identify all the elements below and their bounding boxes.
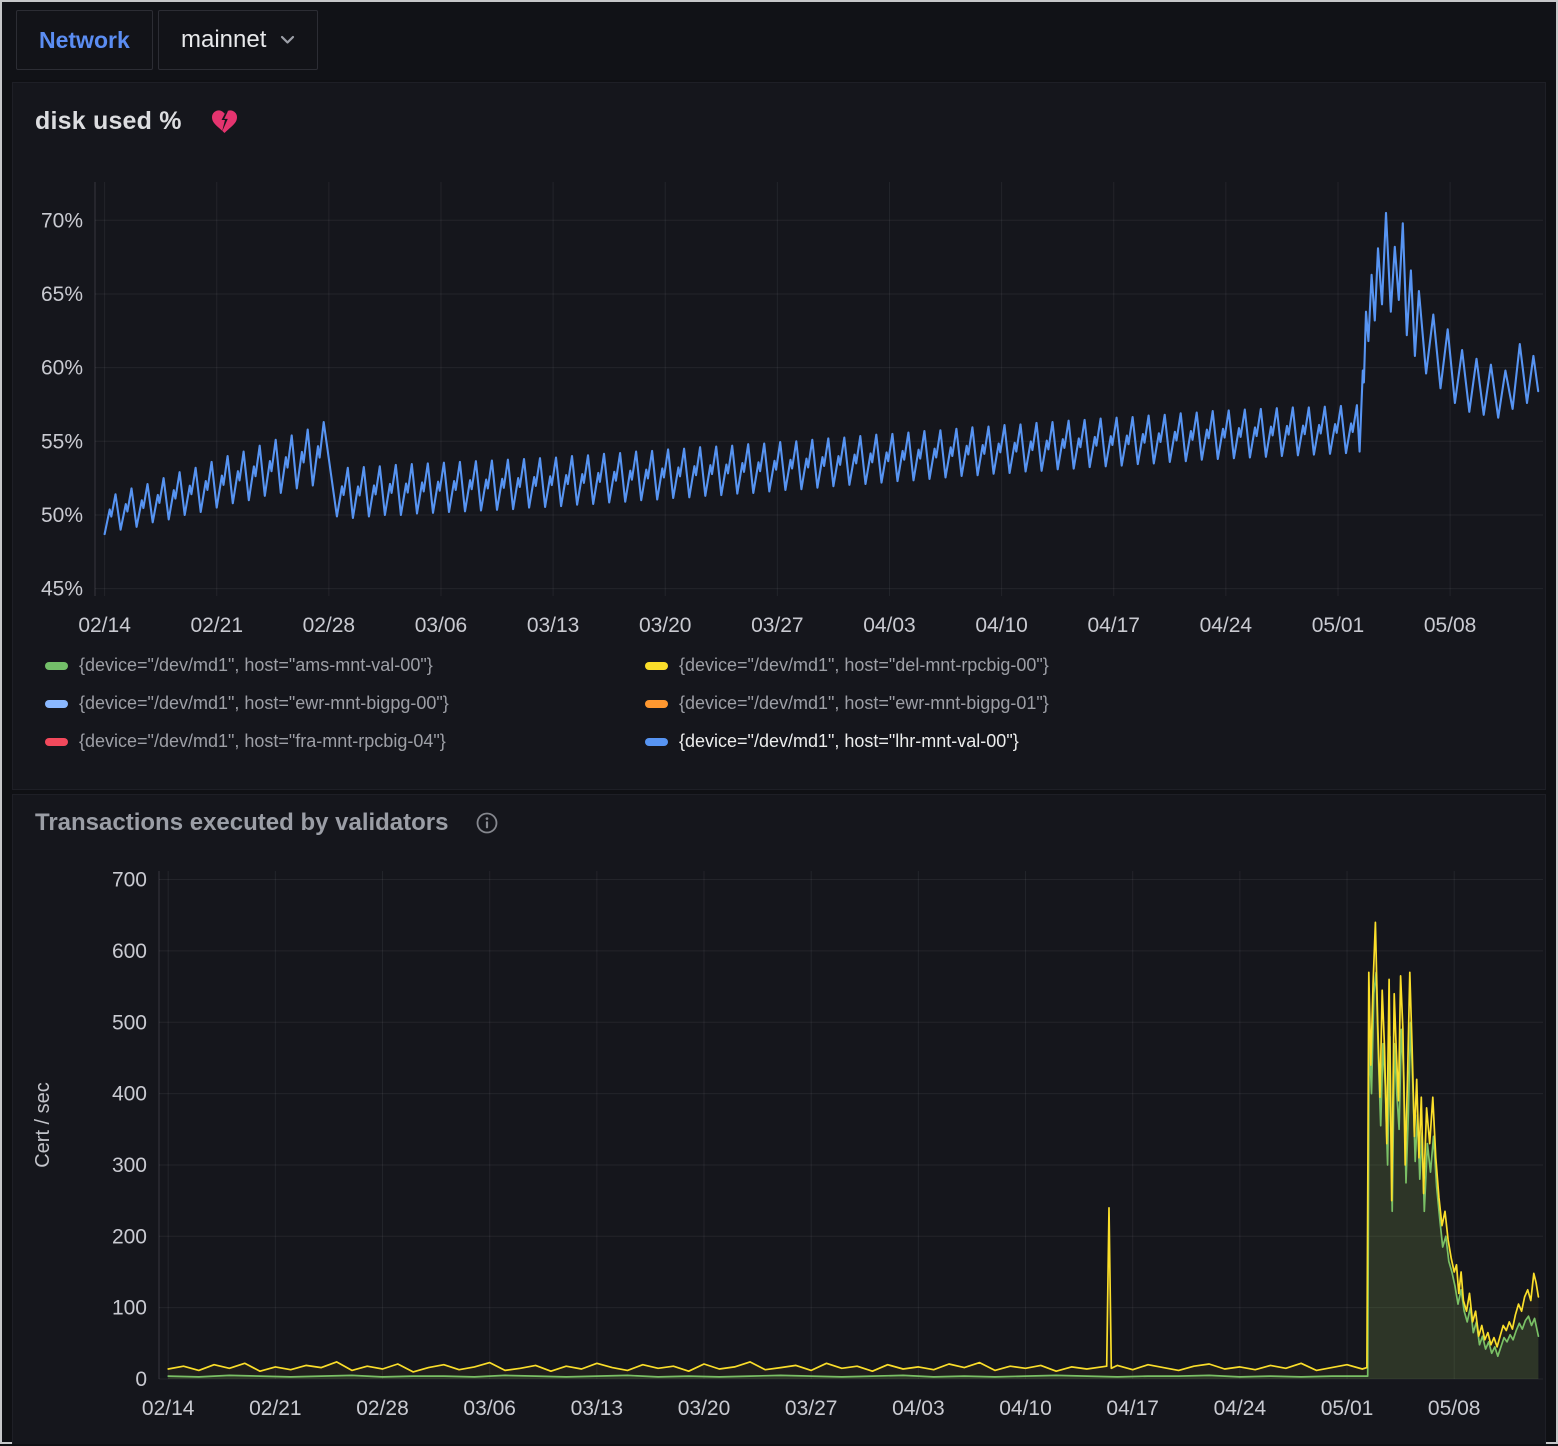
x-tick-label: 02/21 — [190, 614, 243, 637]
x-tick-label: 04/10 — [975, 614, 1028, 637]
x-tick-label: 05/08 — [1428, 1397, 1481, 1420]
y-tick-label: 100 — [112, 1297, 147, 1320]
x-tick-label: 02/14 — [78, 614, 131, 637]
disk-used-lhr-mnt-val-00-line — [105, 213, 1539, 534]
x-tick-label: 03/27 — [785, 1397, 838, 1420]
y-tick-label: 0 — [135, 1368, 147, 1391]
certs-per-sec-yellow-fill — [168, 922, 1538, 1379]
x-tick-label: 04/17 — [1087, 614, 1140, 637]
y-tick-label: 200 — [112, 1225, 147, 1248]
legend-swatch — [645, 700, 668, 708]
legend-label: {device="/dev/md1", host="lhr-mnt-val-00… — [679, 731, 1019, 752]
chevron-down-icon — [280, 35, 295, 45]
disk-used-chart[interactable]: 02/14 02/21 02/28 03/06 03/13 03/20 03/27 04/03… — [19, 174, 1539, 649]
legend-item-2[interactable]: {device="/dev/md1", host="ewr-mnt-bigpg-… — [45, 693, 645, 714]
x-tick-label: 03/20 — [678, 1397, 731, 1420]
legend-swatch — [45, 738, 68, 746]
dashboard-frame: Network mainnet disk used % 02/1402/2102… — [0, 0, 1558, 1444]
y-tick-label: 70% — [41, 209, 83, 232]
legend-swatch — [645, 738, 668, 746]
y-tick-label: 50% — [41, 504, 83, 527]
legend-swatch — [45, 700, 68, 708]
y-tick-label: 45% — [41, 578, 83, 601]
x-tick-label: 02/28 — [356, 1397, 409, 1420]
x-tick-label: 03/13 — [527, 614, 580, 637]
x-tick-label: 05/01 — [1321, 1397, 1374, 1420]
disk-used-panel: disk used % 02/14 02/21 02/28 03/06 03/13 03/… — [12, 82, 1546, 790]
x-tick-label: 05/01 — [1312, 614, 1365, 637]
legend-item-0[interactable]: {device="/dev/md1", host="ams-mnt-val-00… — [45, 655, 645, 676]
legend-item-5[interactable]: {device="/dev/md1", host="lhr-mnt-val-00… — [645, 731, 1523, 752]
network-value: mainnet — [181, 26, 266, 54]
certs-per-sec-green-fill — [168, 972, 1538, 1379]
transactions-chart[interactable]: 02/14 02/21 02/28 03/06 03/13 03/20 03/27 04/03… — [19, 843, 1539, 1446]
y-tick-label: 55% — [41, 430, 83, 453]
legend-label: {device="/dev/md1", host="fra-mnt-rpcbig… — [79, 731, 446, 752]
network-variable-label: Network — [16, 10, 153, 70]
network-variable-dropdown[interactable]: mainnet — [158, 10, 318, 70]
y-tick-label: 60% — [41, 357, 83, 380]
x-tick-label: 02/21 — [249, 1397, 302, 1420]
legend-item-1[interactable]: {device="/dev/md1", host="del-mnt-rpcbig… — [645, 655, 1523, 676]
x-tick-label: 05/08 — [1424, 614, 1477, 637]
legend-item-3[interactable]: {device="/dev/md1", host="ewr-mnt-bigpg-… — [645, 693, 1523, 714]
x-tick-label: 04/03 — [863, 614, 916, 637]
y-tick-label: 700 — [112, 869, 147, 892]
certs-per-sec-green-line — [168, 972, 1538, 1377]
y-tick-label: 400 — [112, 1083, 147, 1106]
x-tick-label: 04/10 — [999, 1397, 1052, 1420]
y-tick-label: 300 — [112, 1154, 147, 1177]
variable-bar: Network mainnet — [2, 2, 1556, 80]
legend-label: {device="/dev/md1", host="ams-mnt-val-00… — [79, 655, 433, 676]
legend-label: {device="/dev/md1", host="ewr-mnt-bigpg-… — [679, 693, 1049, 714]
legend-swatch — [45, 662, 68, 670]
network-label: Network — [39, 27, 130, 54]
x-tick-label: 04/24 — [1214, 1397, 1267, 1420]
disk-used-legend: {device="/dev/md1", host="ams-mnt-val-00… — [13, 649, 1545, 752]
panel-title-transactions[interactable]: Transactions executed by validators — [35, 809, 449, 837]
legend-swatch — [645, 662, 668, 670]
certs-per-sec-yellow-line — [168, 922, 1538, 1372]
x-tick-label: 03/27 — [751, 614, 804, 637]
info-icon[interactable] — [475, 811, 499, 835]
x-tick-label: 04/17 — [1106, 1397, 1159, 1420]
x-tick-label: 03/20 — [639, 614, 692, 637]
y-tick-label: 500 — [112, 1011, 147, 1034]
x-tick-label: 03/06 — [415, 614, 468, 637]
transactions-panel: Transactions executed by validators 02/1… — [12, 794, 1546, 1444]
y-tick-label: 600 — [112, 940, 147, 963]
x-tick-label: 04/24 — [1200, 614, 1253, 637]
x-tick-label: 02/28 — [303, 614, 356, 637]
legend-label: {device="/dev/md1", host="del-mnt-rpcbig… — [679, 655, 1049, 676]
legend-label: {device="/dev/md1", host="ewr-mnt-bigpg-… — [79, 693, 449, 714]
transactions-svg: 02/14 02/21 02/28 03/06 03/13 03/20 03/27 04/03… — [19, 843, 1553, 1441]
x-tick-label: 04/03 — [892, 1397, 945, 1420]
y-tick-label: 65% — [41, 283, 83, 306]
x-tick-label: 03/13 — [571, 1397, 624, 1420]
panel-title-disk-used[interactable]: disk used % — [35, 107, 182, 136]
legend-item-4[interactable]: {device="/dev/md1", host="fra-mnt-rpcbig… — [45, 731, 645, 752]
x-tick-label: 02/14 — [142, 1397, 195, 1420]
y-axis-label: Cert / sec — [32, 1082, 54, 1168]
x-tick-label: 03/06 — [463, 1397, 516, 1420]
heart-break-icon — [212, 110, 237, 134]
disk-used-svg: 02/14 02/21 02/28 03/06 03/13 03/20 03/27 04/03… — [19, 174, 1553, 644]
